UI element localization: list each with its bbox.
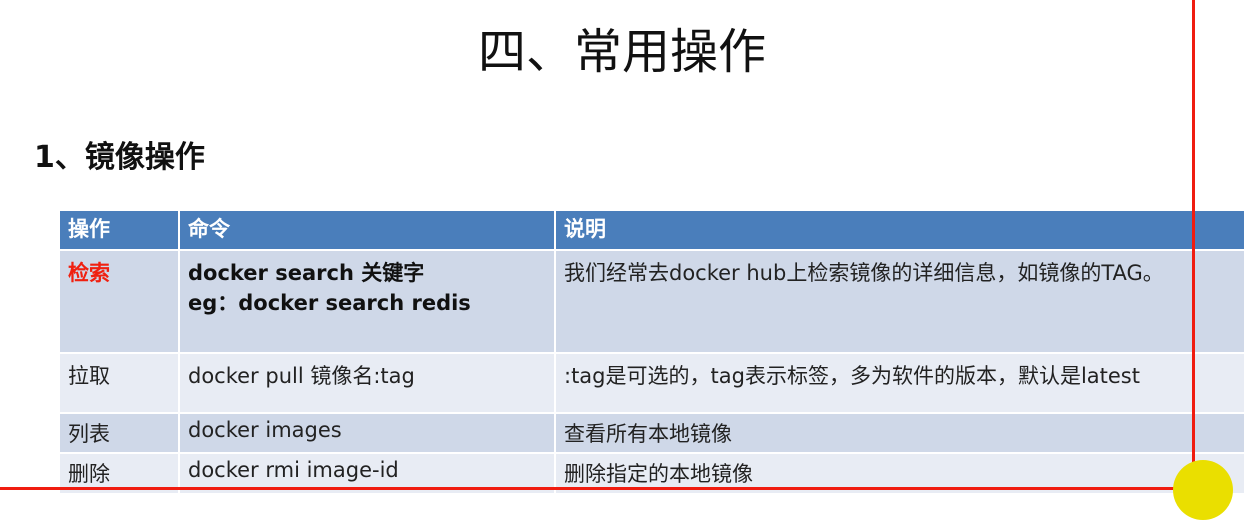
header-command: 命令 xyxy=(178,209,556,251)
command-cell: docker images xyxy=(178,412,556,454)
cursor-highlight-icon xyxy=(1173,460,1233,520)
table-header-row: 操作 命令 说明 xyxy=(58,209,1244,251)
table-row: 检索 docker search 关键字 eg：docker search re… xyxy=(58,249,1244,354)
command-cell: docker search 关键字 eg：docker search redis xyxy=(178,249,556,354)
image-operations-table: 操作 命令 说明 检索 docker search 关键字 eg：docker … xyxy=(58,209,1244,495)
command-cell: docker pull 镜像名:tag xyxy=(178,352,556,414)
header-operation: 操作 xyxy=(58,209,180,251)
description-cell: :tag是可选的，tag表示标签，多为软件的版本，默认是latest xyxy=(554,352,1244,414)
command-example: eg：docker search redis xyxy=(188,291,471,315)
annotation-horizontal-line xyxy=(0,487,1195,490)
annotation-vertical-line xyxy=(1192,0,1195,490)
description-cell: 我们经常去docker hub上检索镜像的详细信息，如镜像的TAG。 xyxy=(554,249,1244,354)
slide-title: 四、常用操作 xyxy=(477,24,766,80)
header-description: 说明 xyxy=(554,209,1244,251)
table-row: 拉取 docker pull 镜像名:tag :tag是可选的，tag表示标签，… xyxy=(58,352,1244,414)
operation-cell: 拉取 xyxy=(58,352,180,414)
section-heading: 1、镜像操作 xyxy=(34,140,205,175)
operation-cell: 列表 xyxy=(58,412,180,454)
table-row: 列表 docker images 查看所有本地镜像 xyxy=(58,412,1244,454)
operation-cell: 检索 xyxy=(58,249,180,354)
command-line: docker search 关键字 xyxy=(188,261,425,285)
description-cell: 查看所有本地镜像 xyxy=(554,412,1244,454)
